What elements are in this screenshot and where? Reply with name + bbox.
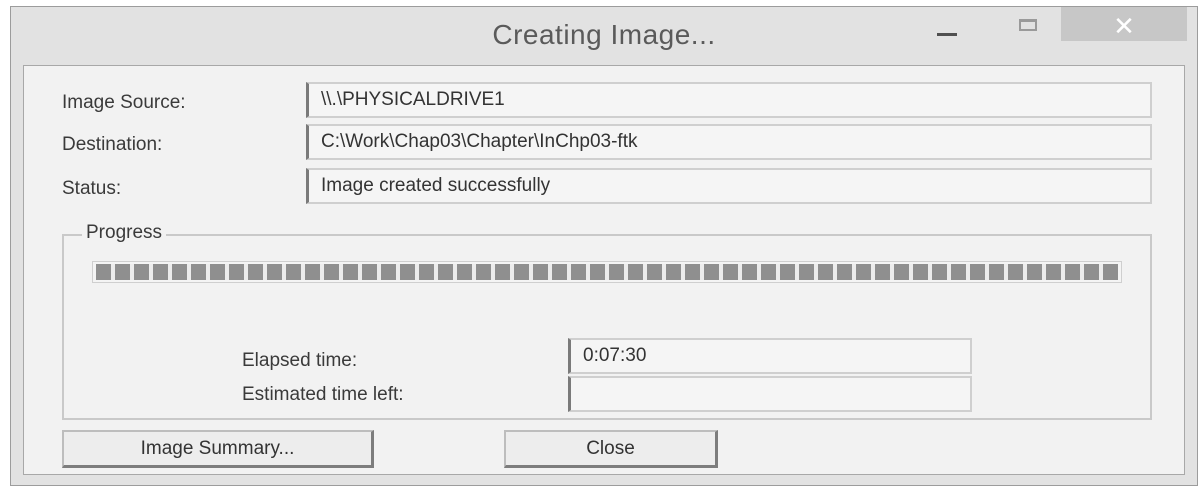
status-field[interactable]: Image created successfully: [306, 168, 1152, 204]
progress-bar: [92, 261, 1122, 283]
elapsed-time-field[interactable]: 0:07:30: [568, 338, 972, 374]
progress-group: Progress Elapsed time: 0:07:30 Estimated…: [62, 222, 1152, 420]
close-button[interactable]: Close: [504, 430, 718, 468]
close-x-icon: ✕: [1113, 11, 1135, 41]
destination-label: Destination:: [62, 134, 163, 155]
estimated-time-left-field[interactable]: [568, 376, 972, 412]
minimize-icon: [937, 33, 957, 36]
maximize-button[interactable]: [997, 7, 1057, 43]
progress-bar-fill: [96, 264, 1118, 280]
title-bar[interactable]: Creating Image... ✕: [11, 7, 1197, 69]
dialog-body: Image Source: \\.\PHYSICALDRIVE1 Destina…: [23, 65, 1185, 475]
creating-image-dialog: Creating Image... ✕ Image Source: \\.\PH…: [10, 6, 1198, 486]
window-close-button[interactable]: ✕: [1061, 7, 1187, 41]
status-label: Status:: [62, 178, 122, 199]
image-source-field[interactable]: \\.\PHYSICALDRIVE1: [306, 82, 1152, 118]
maximize-icon: [1019, 19, 1037, 31]
destination-field[interactable]: C:\Work\Chap03\Chapter\InChp03-ftk: [306, 124, 1152, 160]
estimated-time-left-label: Estimated time left:: [242, 384, 404, 405]
image-source-label: Image Source:: [62, 92, 186, 113]
image-summary-button[interactable]: Image Summary...: [62, 430, 374, 468]
progress-group-label: Progress: [82, 222, 167, 244]
elapsed-time-label: Elapsed time:: [242, 350, 358, 371]
minimize-button[interactable]: [917, 7, 977, 43]
